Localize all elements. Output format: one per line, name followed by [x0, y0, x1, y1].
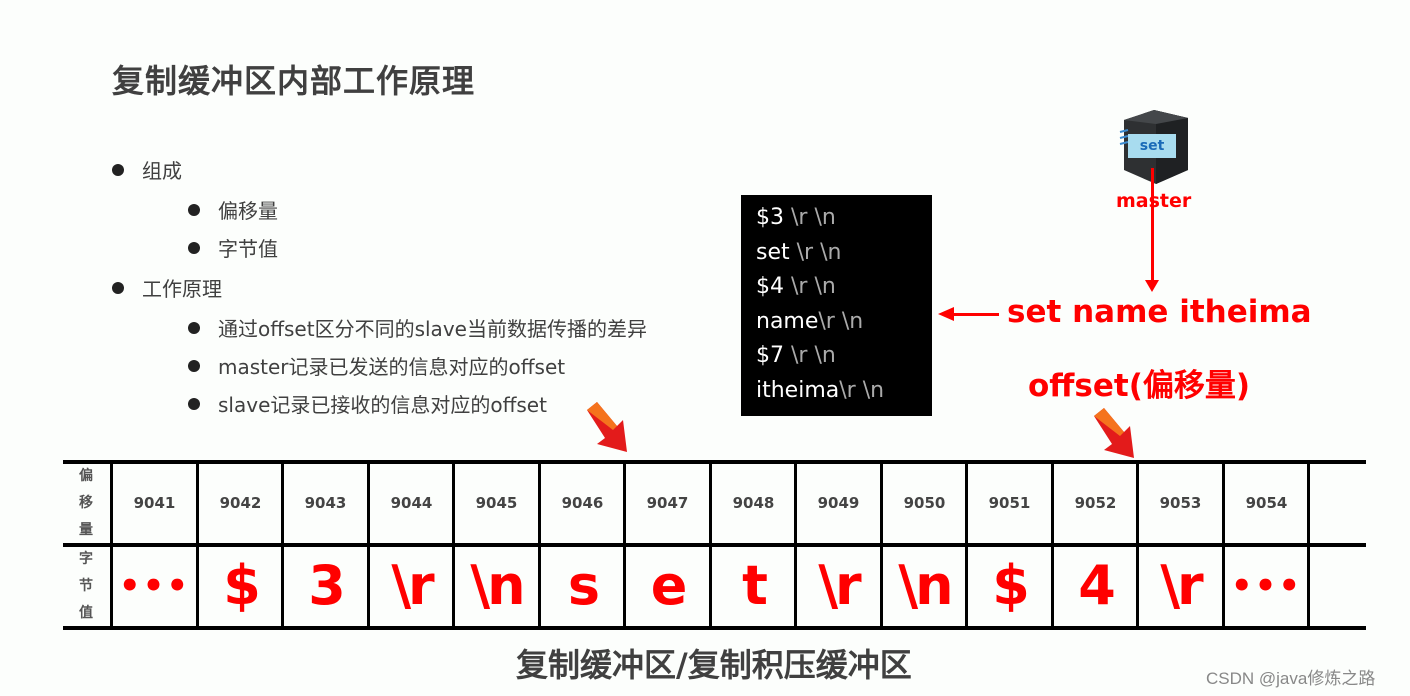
- offset-cell: 9047: [646, 494, 689, 512]
- caption: 复制缓冲区/复制积压缓冲区: [516, 646, 912, 684]
- row-label-char: 偏: [79, 468, 93, 484]
- offset-cell: 9041: [133, 494, 176, 512]
- code-token: $4: [756, 274, 784, 299]
- table-rule: [63, 543, 1366, 547]
- offset-cell: 9054: [1245, 494, 1288, 512]
- arrow-down-line: [1151, 168, 1154, 285]
- code-line: set \r \n: [756, 236, 932, 271]
- byte-cell: $: [992, 554, 1030, 617]
- offset-cell: 9042: [219, 494, 262, 512]
- bullet-dot-icon: [112, 164, 124, 176]
- byte-cell: \r: [1160, 554, 1203, 617]
- command-text: set name itheima: [1007, 294, 1312, 330]
- code-line: $4 \r \n: [756, 270, 932, 305]
- row-label-char: 量: [79, 522, 93, 538]
- bullet-text: 字节值: [218, 237, 278, 261]
- code-crlf: \r \n: [791, 343, 836, 368]
- byte-cell: \n: [470, 554, 525, 617]
- pointer-arrow-icon: [583, 400, 633, 459]
- table-rule: [63, 626, 1366, 630]
- arrow-down-icon: [1145, 280, 1159, 292]
- bullet-text: 通过offset区分不同的slave当前数据传播的差异: [218, 317, 647, 341]
- code-line: $3 \r \n: [756, 201, 932, 236]
- offset-label: offset(偏移量): [1028, 368, 1251, 404]
- bullet-text: master记录已发送的信息对应的offset: [218, 355, 566, 379]
- code-crlf: \r \n: [791, 205, 836, 230]
- watermark: CSDN @java修炼之路: [1206, 669, 1376, 688]
- slide-title: 复制缓冲区内部工作原理: [112, 62, 476, 100]
- bullet-dot-icon: [188, 398, 200, 410]
- buffer-table: 偏 移 量 字 节 值 9041 ••• 9042 $9043 3 9044 \r 9045 \…: [63, 460, 1366, 630]
- offset-cell: 9051: [988, 494, 1031, 512]
- bullet-dot-icon: [188, 242, 200, 254]
- row-label-offset: 偏 移 量: [63, 463, 109, 544]
- row-label-char: 节: [79, 578, 93, 594]
- code-token: set: [756, 239, 790, 265]
- table-rule: [63, 460, 1366, 464]
- code-crlf: \r \n: [839, 377, 885, 403]
- code-line: $7 \r \n: [756, 339, 932, 374]
- offset-cell: 9048: [732, 494, 775, 512]
- code-crlf: \r \n: [791, 274, 836, 299]
- master-label: master: [1116, 190, 1192, 212]
- row-label-byte: 字 节 值: [63, 546, 109, 627]
- bullet-text: 工作原理: [142, 277, 222, 301]
- byte-cell: t: [742, 554, 768, 617]
- bullet-text: 偏移量: [218, 199, 278, 223]
- byte-cell: s: [567, 554, 600, 617]
- code-token: $7: [756, 343, 784, 368]
- bullet-dot-icon: [112, 282, 124, 294]
- code-token: itheima: [756, 377, 840, 403]
- byte-cell: \r: [818, 554, 861, 617]
- offset-cell: 9052: [1074, 494, 1117, 512]
- offset-cell: 9053: [1159, 494, 1202, 512]
- bullet-dot-icon: [188, 322, 200, 334]
- bullet-dot-icon: [188, 204, 200, 216]
- offset-cell: 9046: [561, 494, 604, 512]
- offset-cell: 9049: [817, 494, 860, 512]
- offset-cell: 9050: [903, 494, 946, 512]
- code-line: name\r \n: [756, 305, 932, 340]
- byte-cell: e: [650, 554, 688, 617]
- byte-cell: •••: [1230, 566, 1303, 606]
- byte-cell: \n: [898, 554, 953, 617]
- byte-cell: 4: [1078, 554, 1116, 617]
- row-label-char: 字: [79, 551, 93, 567]
- protocol-code-box: $3 \r \n set \r \n $4 \r \n name\r \n $7…: [741, 195, 932, 416]
- code-line: itheima\r \n: [756, 374, 932, 409]
- arrow-left-icon: [938, 307, 954, 321]
- byte-cell: \r: [391, 554, 434, 617]
- bullet-text: slave记录已接收的信息对应的offset: [218, 393, 547, 417]
- offset-cell: 9043: [304, 494, 347, 512]
- pointer-arrow-icon: [1090, 406, 1140, 465]
- server-badge: set: [1139, 138, 1165, 154]
- byte-cell: $: [223, 554, 261, 617]
- code-crlf: \r \n: [796, 239, 842, 265]
- offset-cell: 9044: [390, 494, 433, 512]
- byte-cell: 3: [308, 554, 346, 617]
- code-token: name: [756, 308, 819, 334]
- code-token: $3: [756, 205, 784, 230]
- row-label-char: 值: [79, 605, 93, 621]
- row-label-char: 移: [79, 495, 93, 511]
- bullet-text: 组成: [142, 159, 182, 183]
- byte-cell: •••: [118, 566, 191, 606]
- arrow-left-line: [952, 313, 999, 316]
- bullet-dot-icon: [188, 360, 200, 372]
- offset-cell: 9045: [475, 494, 518, 512]
- code-crlf: \r \n: [818, 308, 864, 334]
